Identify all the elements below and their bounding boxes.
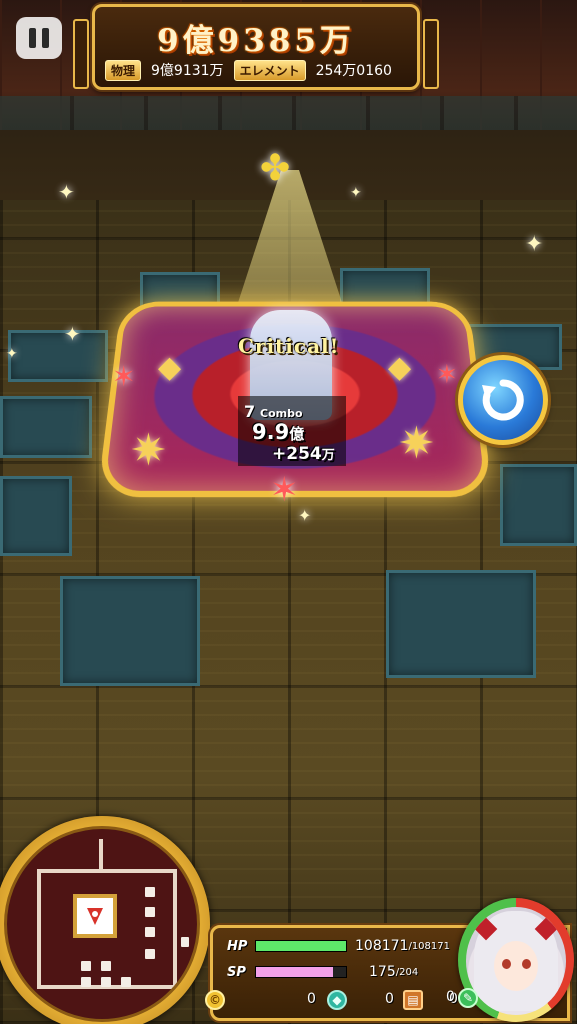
minimap-room [145,907,155,917]
hp-max: /108171 [408,940,450,952]
hp-bar-fill [256,941,346,951]
gem-icon: ◆ [327,990,347,1010]
sp-label: SP [227,964,246,980]
minimap-room [101,977,111,987]
combo-count: 7 [244,402,256,421]
sparkle-icon: ✶ [436,360,458,390]
sp-bar [255,966,347,978]
treasure-marker-icon: ✤ [260,148,291,189]
minimap-current-room [73,894,117,938]
hp-row: HP 108171 /108171 [227,938,450,954]
minimap-room [145,949,155,959]
pause-button[interactable] [16,17,62,59]
hp-label: HP [227,938,248,954]
minimap-room [145,927,155,937]
minimap-room [181,937,189,947]
sparkle-icon: ✶ [112,360,136,393]
hp-current: 108171 [355,938,409,954]
total-damage: 9億9385万 [157,23,355,59]
rotate-camera-icon [482,379,524,421]
portrait-eye [502,959,511,969]
damage-sub: +254万 [272,444,335,464]
wall-trim [0,96,577,130]
element-label: エレメント [233,60,306,81]
sparkle-icon: ✦ [64,322,81,346]
physical-damage: 物理 9億9131万 [105,60,224,81]
floor-tile [8,330,108,382]
minimap-room [145,887,155,897]
ornament-diamond-icon: ◆ [158,350,182,385]
portrait-face [494,941,538,991]
ornament-diamond-icon: ◆ [388,350,412,385]
panel-deco-left [73,19,89,89]
damage-main-number: 9.9 [252,420,290,444]
key-icon: ✎ [458,988,478,1008]
sparkle-icon: ✦ [350,185,362,201]
sparkle-icon: ✶ [270,470,299,510]
physical-label: 物理 [105,60,142,81]
sp-max: /204 [395,966,419,978]
sparkle-icon: ✦ [525,232,544,257]
score-panel: 9億9385万 物理 9億9131万 エレメント 254万0160 [73,4,439,90]
pause-icon-bar [42,28,49,48]
character-portrait[interactable] [466,907,566,1015]
minimap-corridor [99,839,103,871]
minimap-corridor [37,869,41,989]
player-marker-icon [87,908,103,925]
element-damage: エレメント 254万0160 [233,60,392,81]
hp-bar [255,940,347,952]
sparkle-icon: ✦ [58,180,75,204]
sparkle-icon: ✦ [298,506,312,525]
floor-tile [60,576,200,686]
minimap-corridor [37,869,177,873]
critical-text: Critical! [238,334,340,358]
sparkle-icon: ✦ [6,346,18,362]
minimap-room [101,961,111,971]
minimap[interactable] [4,826,200,1022]
chest-icon: ▤ [403,990,423,1010]
floor-tile [500,464,577,546]
gem-count: 0 [385,991,394,1007]
damage-sub-unit: 万 [321,448,335,463]
combo-label: Combo [260,407,303,420]
physical-value: 9億9131万 [151,63,224,79]
coin-icon: © [205,990,225,1010]
element-value: 254万0160 [315,63,392,79]
combo-counter: 7 Combo [244,402,303,421]
coin-count: 0 [307,991,316,1007]
damage-sub-number: +254 [272,444,322,464]
damage-main: 9.9億 [252,420,304,444]
ornament-star-icon: ✷ [130,425,167,476]
minimap-room [121,977,131,987]
damage-main-unit: 億 [289,425,305,443]
inventory-row: © 0 ◆ 0 ▤ 0 [205,990,467,1014]
damage-breakdown: 物理 9億9131万 エレメント 254万0160 [105,60,392,81]
rotate-button[interactable] [458,355,548,445]
ornament-star-icon: ✷ [398,418,435,469]
sp-row: SP 175 /204 [227,964,418,980]
key-count: 0 [446,989,455,1005]
portrait-eye [522,959,531,969]
panel-deco-right [423,19,439,89]
minimap-corridor [173,869,177,989]
floor-tile [0,476,72,556]
minimap-room [81,961,91,971]
floor-tile [0,396,92,458]
sp-bar-fill [256,967,334,977]
sp-current: 175 [369,964,396,980]
pause-icon [29,28,36,48]
minimap-room [81,977,91,987]
floor-tile [386,570,536,678]
